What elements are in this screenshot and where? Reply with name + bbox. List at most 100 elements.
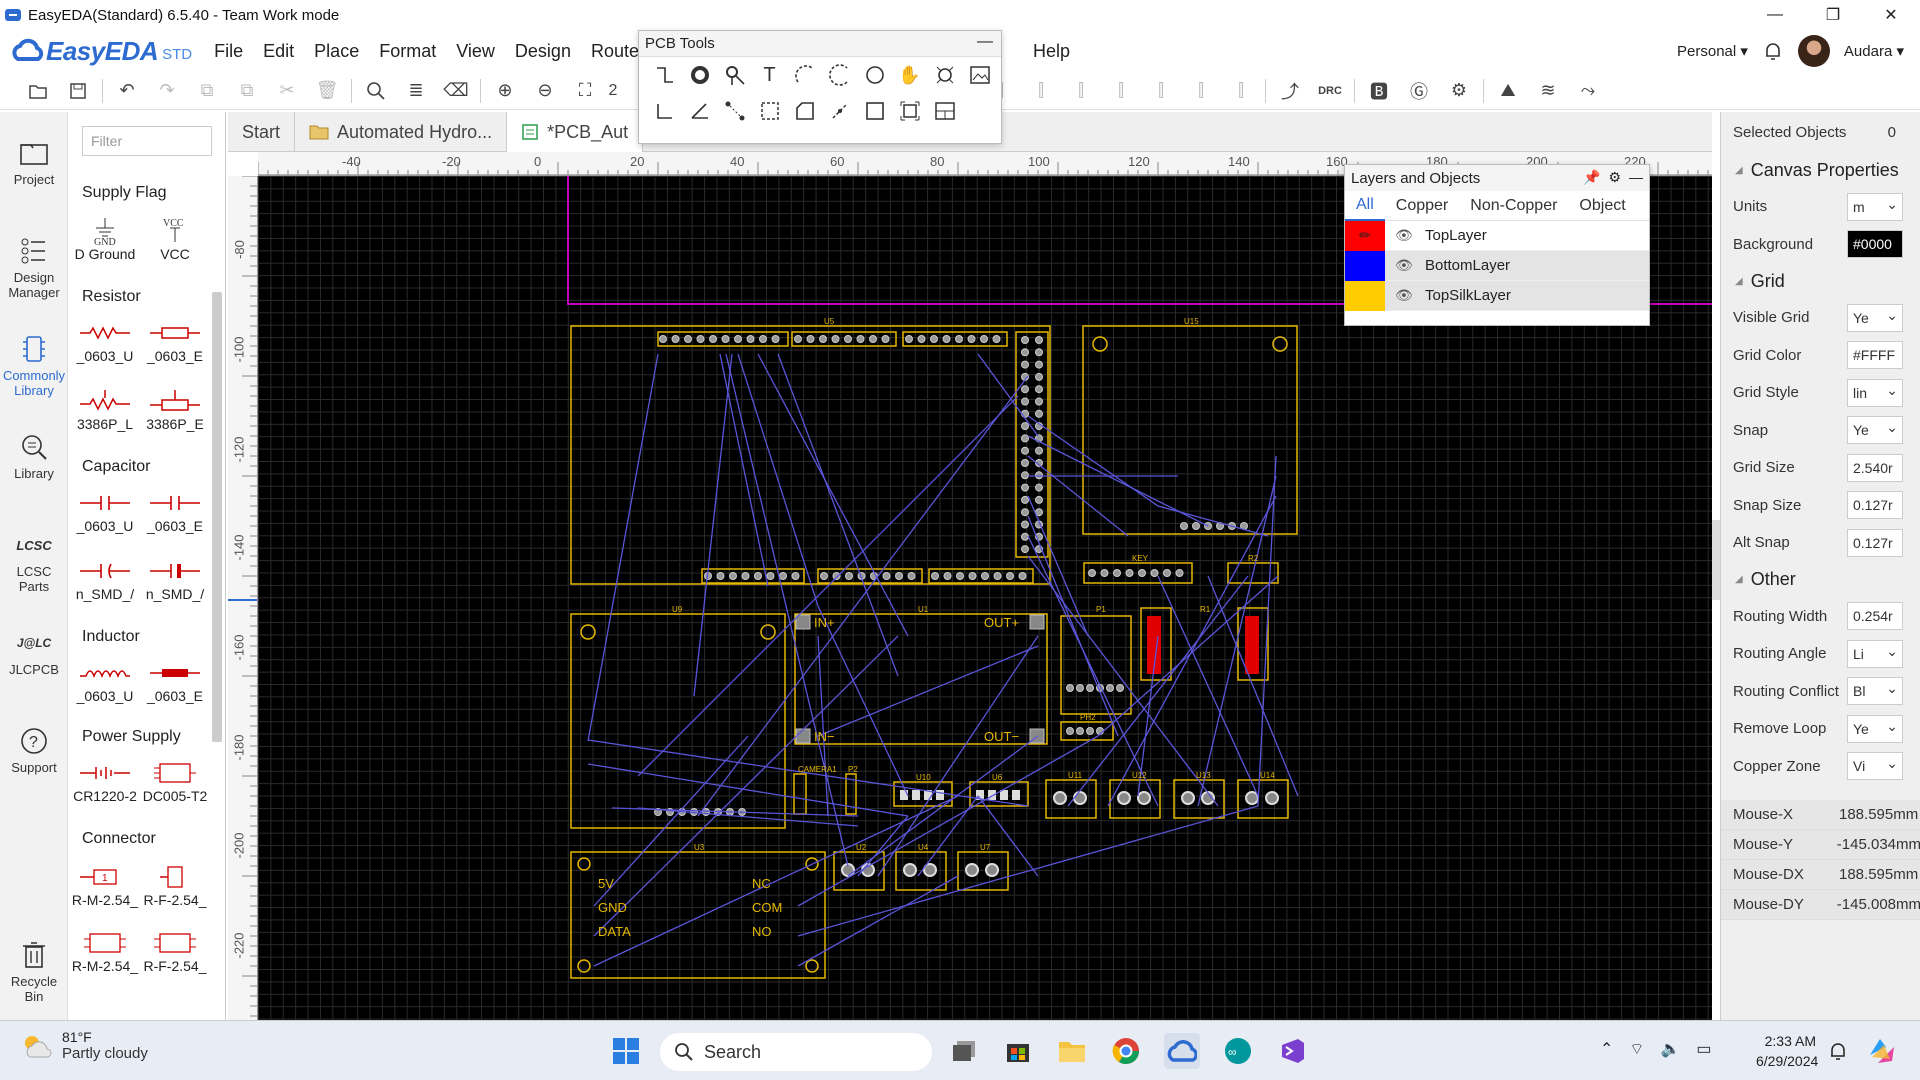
layer-color-swatch[interactable]: ✏ <box>1345 220 1385 251</box>
pin-icon[interactable]: 📌 <box>1583 169 1600 186</box>
background-color-input[interactable]: #0000 <box>1847 230 1903 259</box>
avatar[interactable] <box>1797 35 1830 67</box>
share-icon[interactable]: ⤳ <box>1568 75 1608 107</box>
category-inductor[interactable]: Inductor <box>82 628 140 646</box>
notification-bell-icon[interactable] <box>1828 1041 1848 1061</box>
dimension-icon[interactable] <box>647 95 682 127</box>
fit-view-icon[interactable]: ⛶ <box>565 75 605 107</box>
chrome-icon[interactable] <box>1108 1033 1144 1069</box>
copilot-icon[interactable] <box>1866 1035 1898 1067</box>
arduino-icon[interactable]: ∞ <box>1220 1033 1256 1069</box>
rail-design-manager[interactable]: Design Manager <box>0 234 68 300</box>
copy-icon[interactable]: ⧉ <box>187 75 227 107</box>
part-pot-us[interactable]: 3386P_L <box>70 386 140 432</box>
visible-grid-select[interactable]: Ye <box>1847 303 1903 332</box>
protractor-icon[interactable] <box>682 95 717 127</box>
snap-size-input[interactable]: 0.127r <box>1847 491 1903 520</box>
alt-snap-input[interactable]: 0.127r <box>1847 528 1903 557</box>
rail-project[interactable]: Project <box>0 136 68 187</box>
category-resistor[interactable]: Resistor <box>82 288 141 306</box>
layers-tab-non-copper[interactable]: Non-Copper <box>1459 191 1568 221</box>
hole-icon[interactable] <box>927 59 962 91</box>
grid-style-select[interactable]: lin <box>1847 378 1903 407</box>
easyeda-taskbar-icon[interactable] <box>1164 1033 1200 1069</box>
layer-row-topsilk[interactable]: 👁 TopSilkLayer <box>1345 280 1649 311</box>
route-icon[interactable]: ⤴ <box>1270 75 1310 107</box>
layout-icon[interactable] <box>927 95 962 127</box>
canvas-origin-icon[interactable] <box>892 95 927 127</box>
part-cap-pol-1[interactable]: n_SMD_/ <box>70 556 140 602</box>
tab-start[interactable]: Start <box>228 112 296 152</box>
rail-lcsc-parts[interactable]: LCSC LCSC Parts <box>0 528 68 595</box>
menu-view[interactable]: View <box>446 41 505 62</box>
part-header-m-2[interactable]: R-M-2.54_ <box>70 928 140 974</box>
menu-edit[interactable]: Edit <box>253 41 304 62</box>
layer-color-swatch[interactable] <box>1345 280 1385 311</box>
center-arc-icon[interactable] <box>822 59 857 91</box>
eye-icon[interactable]: 👁 <box>1395 227 1417 244</box>
menu-help[interactable]: Help <box>1023 41 1080 62</box>
minimize-button[interactable]: — <box>1746 0 1804 30</box>
menu-place[interactable]: Place <box>304 41 369 62</box>
hand-icon[interactable]: ✋ <box>892 59 927 91</box>
section-grid[interactable]: ◢ Grid <box>1721 263 1920 299</box>
layers-minimize-icon[interactable]: — <box>1629 169 1643 186</box>
redo-icon[interactable]: ↷ <box>147 75 187 107</box>
close-button[interactable]: ✕ <box>1862 0 1920 30</box>
layers-tab-all[interactable]: All <box>1345 191 1385 221</box>
menu-format[interactable]: Format <box>369 41 446 62</box>
zoom-in-icon[interactable]: ⊕ <box>485 75 525 107</box>
cut-icon[interactable]: ✂ <box>267 75 307 107</box>
gerber-icon[interactable]: Ⓖ <box>1399 75 1439 107</box>
part-cap-eu[interactable]: _0603_E <box>140 488 210 534</box>
eye-icon[interactable]: 👁 <box>1395 257 1417 274</box>
grid-size-input[interactable]: 2.540r <box>1847 453 1903 482</box>
rail-recycle-bin[interactable]: Recycle Bin <box>0 938 68 1004</box>
rail-support[interactable]: ? Support <box>0 724 68 775</box>
layer-color-swatch[interactable] <box>1345 250 1385 281</box>
gear-icon[interactable]: ⚙ <box>1608 169 1621 186</box>
maximize-button[interactable]: ❐ <box>1804 0 1862 30</box>
category-capacitor[interactable]: Capacitor <box>82 458 150 476</box>
part-resistor-eu[interactable]: _0603_E <box>140 318 210 364</box>
layers-tab-object[interactable]: Object <box>1568 191 1636 221</box>
category-supply-flag[interactable]: Supply Flag <box>82 184 167 202</box>
part-cap-us[interactable]: _0603_U <box>70 488 140 534</box>
connect-pad-icon[interactable] <box>717 95 752 127</box>
align-center-icon[interactable]: ⫿ <box>1021 75 1061 107</box>
store-icon[interactable] <box>1000 1033 1036 1069</box>
grid-align-icon[interactable]: ⫿ <box>1221 75 1261 107</box>
fabrication-icon[interactable]: ⚙ <box>1439 75 1479 107</box>
bell-icon[interactable] <box>1762 40 1784 62</box>
layers-icon[interactable]: ≋ <box>1528 75 1568 107</box>
volume-icon[interactable]: 🔈 <box>1660 1039 1680 1059</box>
grid-color-input[interactable]: #FFFF <box>1847 341 1903 370</box>
solid-region-icon[interactable] <box>752 95 787 127</box>
part-inductor-eu[interactable]: _0603_E <box>140 658 210 704</box>
align-mid-icon[interactable]: ⫿ <box>1181 75 1221 107</box>
pcb-tools-minimize-icon[interactable]: — <box>977 33 993 51</box>
pad-icon[interactable] <box>682 59 717 91</box>
image-icon[interactable] <box>962 59 997 91</box>
eye-icon[interactable]: 👁 <box>1395 287 1417 304</box>
distribute-icon[interactable]: ⫿ <box>1101 75 1141 107</box>
task-view-icon[interactable] <box>946 1033 982 1069</box>
chevron-up-icon[interactable]: ⌃ <box>1600 1039 1613 1059</box>
erase-icon[interactable]: ⌫ <box>436 75 476 107</box>
menu-design[interactable]: Design <box>505 41 581 62</box>
layers-tab-copper[interactable]: Copper <box>1385 191 1459 221</box>
zoom-level[interactable]: 2 <box>605 75 621 107</box>
taskbar-clock[interactable]: 2:33 AM 6/29/2024 <box>1756 1031 1818 1071</box>
rail-library[interactable]: Library <box>0 430 68 481</box>
part-header-f[interactable]: R-F-2.54_ <box>140 862 210 908</box>
part-cap-pol-2[interactable]: n_SMD_/ <box>140 556 210 602</box>
part-inductor-us[interactable]: _0603_U <box>70 658 140 704</box>
photo-view-icon[interactable]: ⛰ <box>1488 75 1528 107</box>
library-scrollbar[interactable] <box>212 292 222 742</box>
routing-width-input[interactable]: 0.254r <box>1847 602 1903 631</box>
align-bottom-icon[interactable]: ⫿ <box>1141 75 1181 107</box>
save-icon[interactable] <box>58 75 98 107</box>
routing-angle-select[interactable]: Li <box>1847 639 1903 668</box>
wifi-icon[interactable]: ⌔ <box>1629 1039 1644 1059</box>
taskbar-search[interactable]: Search <box>660 1033 932 1071</box>
